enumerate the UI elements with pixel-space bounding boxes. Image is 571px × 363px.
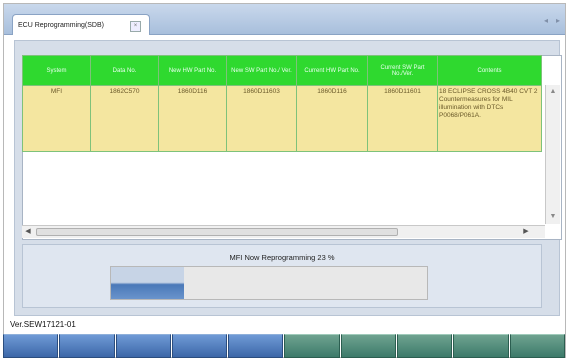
cell-current-sw: 1860D11601 <box>367 85 438 152</box>
function-key-9[interactable] <box>453 334 509 358</box>
function-key-10[interactable] <box>509 334 565 358</box>
tab-bar: ECU Reprogramming(SDB) × ◂ ▸ <box>4 4 565 35</box>
header-data-no[interactable]: Data No. <box>90 55 159 86</box>
vertical-scrollbar[interactable]: ▲ ▼ <box>545 85 560 224</box>
tab-ecu-reprogramming[interactable]: ECU Reprogramming(SDB) × <box>12 14 150 35</box>
cell-system: MFI <box>22 85 91 152</box>
close-tab-icon[interactable]: × <box>130 21 141 32</box>
table-header-row: System Data No. New HW Part No. New SW P… <box>22 55 542 86</box>
header-system[interactable]: System <box>22 55 91 86</box>
function-key-6[interactable] <box>284 334 340 358</box>
cell-new-hw: 1860D116 <box>158 85 227 152</box>
horizontal-scrollbar[interactable]: ◀ ▶ <box>22 225 545 238</box>
progress-bar <box>110 266 428 300</box>
version-label: Ver.SEW17121-01 <box>10 320 76 329</box>
progress-label: MFI Now Reprogramming 23 % <box>229 253 335 262</box>
function-key-1[interactable] <box>3 334 59 358</box>
progress-fill <box>111 267 184 299</box>
scroll-down-icon[interactable]: ▼ <box>548 212 558 222</box>
header-new-sw[interactable]: New SW Part No./ Ver. <box>226 55 297 86</box>
function-key-4[interactable] <box>171 334 228 358</box>
function-key-2[interactable] <box>59 334 115 358</box>
header-contents[interactable]: Contents <box>437 55 542 86</box>
function-key-3[interactable] <box>115 334 171 358</box>
header-current-hw[interactable]: Current HW Part No. <box>296 55 368 86</box>
scroll-up-icon[interactable]: ▲ <box>548 87 558 97</box>
header-current-sw[interactable]: Current SW Part No./Ver. <box>367 55 438 86</box>
cell-new-sw: 1860D11603 <box>226 85 297 152</box>
function-key-5[interactable] <box>228 334 284 358</box>
function-key-7[interactable] <box>340 334 397 358</box>
scroll-right-icon[interactable]: ▸ <box>553 15 563 27</box>
scrollbar-thumb[interactable] <box>36 228 398 236</box>
scroll-left-arrow-icon[interactable]: ◀ <box>23 227 33 237</box>
reprogram-table: System Data No. New HW Part No. New SW P… <box>22 55 542 152</box>
table-row[interactable]: MFI 1862C570 1860D116 1860D11603 1860D11… <box>22 85 542 152</box>
header-new-hw[interactable]: New HW Part No. <box>158 55 227 86</box>
scroll-left-icon[interactable]: ◂ <box>541 15 551 27</box>
function-key-bar <box>3 334 566 358</box>
cell-current-hw: 1860D116 <box>296 85 368 152</box>
cell-contents: 18 ECLIPSE CROSS 4B40 CVT 2 Countermeasu… <box>437 85 542 152</box>
cell-data-no: 1862C570 <box>90 85 159 152</box>
function-key-8[interactable] <box>397 334 453 358</box>
scroll-right-arrow-icon[interactable]: ▶ <box>521 227 531 237</box>
tab-label: ECU Reprogramming(SDB) <box>18 22 104 29</box>
